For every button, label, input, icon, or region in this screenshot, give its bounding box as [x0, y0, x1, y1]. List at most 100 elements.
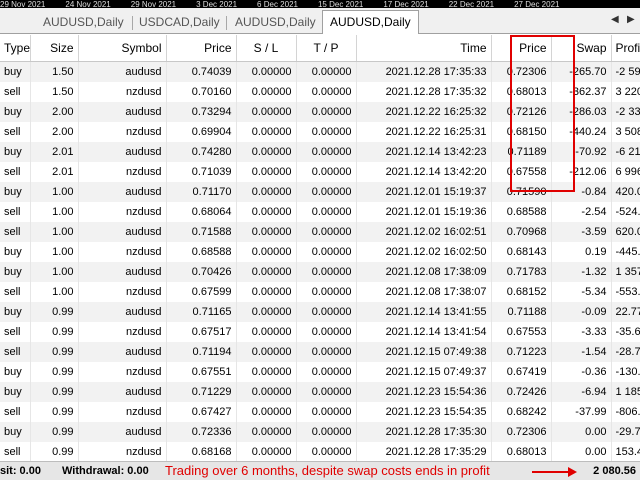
cell-tp: 0.00000: [296, 342, 357, 362]
cell-profit: -130.68: [611, 362, 640, 382]
column-header-sl[interactable]: S / L: [236, 35, 297, 62]
column-header-close-price[interactable]: Price: [491, 35, 552, 62]
cell-time: 2021.12.28 17:35:32: [356, 82, 492, 102]
cell-price: 0.71194: [166, 342, 237, 362]
table-row[interactable]: buy 1.00 audusd 0.71170 0.00000 0.00000 2021.1…: [0, 182, 640, 202]
table-row[interactable]: buy 1.00 audusd 0.70426 0.00000 0.00000 2021.1…: [0, 262, 640, 282]
cell-swap: -6.94: [551, 382, 612, 402]
tab-scroll-left-icon[interactable]: ◀: [611, 14, 619, 25]
cell-tp: 0.00000: [296, 262, 357, 282]
tab-usdcad-daily[interactable]: USDCAD,Daily: [139, 12, 220, 33]
cell-tp: 0.00000: [296, 442, 357, 462]
cell-size: 1.00: [30, 282, 79, 302]
cell-price: 0.68064: [166, 202, 237, 222]
cell-profit: 1 357.00: [611, 262, 640, 282]
cell-tp: 0.00000: [296, 362, 357, 382]
table-row[interactable]: sell 1.00 nzdusd 0.68064 0.00000 0.00000 2021.…: [0, 202, 640, 222]
table-row[interactable]: sell 2.01 nzdusd 0.71039 0.00000 0.00000 2021.…: [0, 162, 640, 182]
cell-close-price: 0.70968: [491, 222, 552, 242]
cell-tp: 0.00000: [296, 282, 357, 302]
column-header-price[interactable]: Price: [166, 35, 237, 62]
cell-type: sell: [0, 82, 31, 102]
cell-price: 0.69904: [166, 122, 237, 142]
cell-close-price: 0.68013: [491, 82, 552, 102]
cell-close-price: 0.68150: [491, 122, 552, 142]
cell-tp: 0.00000: [296, 402, 357, 422]
cell-swap: -3.33: [551, 322, 612, 342]
table-row[interactable]: sell 2.00 nzdusd 0.69904 0.00000 0.00000 2021.…: [0, 122, 640, 142]
cell-symbol: nzdusd: [78, 322, 167, 342]
table-row[interactable]: buy 0.99 nzdusd 0.67551 0.00000 0.00000 2021.1…: [0, 362, 640, 382]
cell-type: sell: [0, 282, 31, 302]
table-row[interactable]: buy 2.01 audusd 0.74280 0.00000 0.00000 2021.1…: [0, 142, 640, 162]
cell-size: 0.99: [30, 362, 79, 382]
cell-type: buy: [0, 262, 31, 282]
table-row[interactable]: sell 0.99 nzdusd 0.67427 0.00000 0.00000 2021.…: [0, 402, 640, 422]
table-row[interactable]: sell 0.99 nzdusd 0.68168 0.00000 0.00000 2021.…: [0, 442, 640, 462]
cell-swap: -362.37: [551, 82, 612, 102]
column-header-symbol[interactable]: Symbol: [78, 35, 167, 62]
cell-tp: 0.00000: [296, 242, 357, 262]
cell-type: buy: [0, 382, 31, 402]
cell-swap: 0.19: [551, 242, 612, 262]
tab-audusd-daily-active[interactable]: AUDUSD,Daily: [322, 10, 419, 34]
cell-price: 0.68588: [166, 242, 237, 262]
cell-profit: 1 185.03: [611, 382, 640, 402]
cell-sl: 0.00000: [236, 242, 297, 262]
table-row[interactable]: buy 2.00 audusd 0.73294 0.00000 0.00000 2021.1…: [0, 102, 640, 122]
table-row[interactable]: buy 0.99 audusd 0.71165 0.00000 0.00000 2021.1…: [0, 302, 640, 322]
table-row[interactable]: buy 1.50 audusd 0.74039 0.00000 0.00000 2021.1…: [0, 61, 640, 82]
cell-profit: -2 336.00: [611, 102, 640, 122]
cell-tp: 0.00000: [296, 82, 357, 102]
column-header-swap[interactable]: Swap: [551, 35, 612, 62]
cell-size: 2.00: [30, 102, 79, 122]
cell-close-price: 0.67553: [491, 322, 552, 342]
column-header-profit-label: Profit: [615, 41, 640, 55]
cell-tp: 0.00000: [296, 61, 357, 82]
cell-close-price: 0.67419: [491, 362, 552, 382]
cell-time: 2021.12.02 16:02:51: [356, 222, 492, 242]
table-row[interactable]: buy 1.00 nzdusd 0.68588 0.00000 0.00000 2021.1…: [0, 242, 640, 262]
cell-sl: 0.00000: [236, 162, 297, 182]
table-row[interactable]: buy 0.99 audusd 0.71229 0.00000 0.00000 2021.1…: [0, 382, 640, 402]
cell-time: 2021.12.02 16:02:50: [356, 242, 492, 262]
cell-size: 0.99: [30, 302, 79, 322]
table-row[interactable]: sell 1.00 nzdusd 0.67599 0.00000 0.00000 2021.…: [0, 282, 640, 302]
table-row[interactable]: sell 0.99 audusd 0.71194 0.00000 0.00000 2021.…: [0, 342, 640, 362]
cell-symbol: nzdusd: [78, 402, 167, 422]
cell-symbol: nzdusd: [78, 242, 167, 262]
cell-sl: 0.00000: [236, 102, 297, 122]
column-header-tp[interactable]: T / P: [296, 35, 357, 62]
cell-time: 2021.12.14 13:41:55: [356, 302, 492, 322]
table-row[interactable]: sell 1.00 audusd 0.71588 0.00000 0.00000 2021.…: [0, 222, 640, 242]
table-row[interactable]: buy 0.99 audusd 0.72336 0.00000 0.00000 2021.1…: [0, 422, 640, 442]
cell-sl: 0.00000: [236, 382, 297, 402]
cell-size: 1.00: [30, 222, 79, 242]
cell-profit: -2 599.50: [611, 61, 640, 82]
column-header-time[interactable]: Time: [356, 35, 492, 62]
table-row[interactable]: sell 0.99 nzdusd 0.67517 0.00000 0.00000 2021.…: [0, 322, 640, 342]
cell-type: sell: [0, 202, 31, 222]
column-header-profit[interactable]: Profit: [611, 35, 640, 62]
tab-audusd-daily-2[interactable]: AUDUSD,Daily: [235, 12, 316, 33]
tab-scroll-right-icon[interactable]: ▶: [627, 14, 635, 25]
tab-audusd-daily-1[interactable]: AUDUSD,Daily: [43, 12, 124, 33]
cell-time: 2021.12.08 17:38:09: [356, 262, 492, 282]
table-row[interactable]: sell 1.50 nzdusd 0.70160 0.00000 0.00000 2021.…: [0, 82, 640, 102]
time-axis-label: 27 Dec 2021: [514, 0, 560, 9]
cell-type: sell: [0, 342, 31, 362]
cell-sl: 0.00000: [236, 122, 297, 142]
cell-time: 2021.12.14 13:42:23: [356, 142, 492, 162]
cell-symbol: nzdusd: [78, 362, 167, 382]
cell-time: 2021.12.01 15:19:37: [356, 182, 492, 202]
cell-swap: -70.92: [551, 142, 612, 162]
cell-symbol: audusd: [78, 422, 167, 442]
cell-symbol: nzdusd: [78, 442, 167, 462]
column-header-type[interactable]: Type: [0, 35, 31, 62]
cell-price: 0.73294: [166, 102, 237, 122]
cell-size: 0.99: [30, 382, 79, 402]
cell-sl: 0.00000: [236, 82, 297, 102]
column-header-size[interactable]: Size: [30, 35, 79, 62]
cell-type: buy: [0, 182, 31, 202]
tab-separator: [226, 16, 227, 30]
